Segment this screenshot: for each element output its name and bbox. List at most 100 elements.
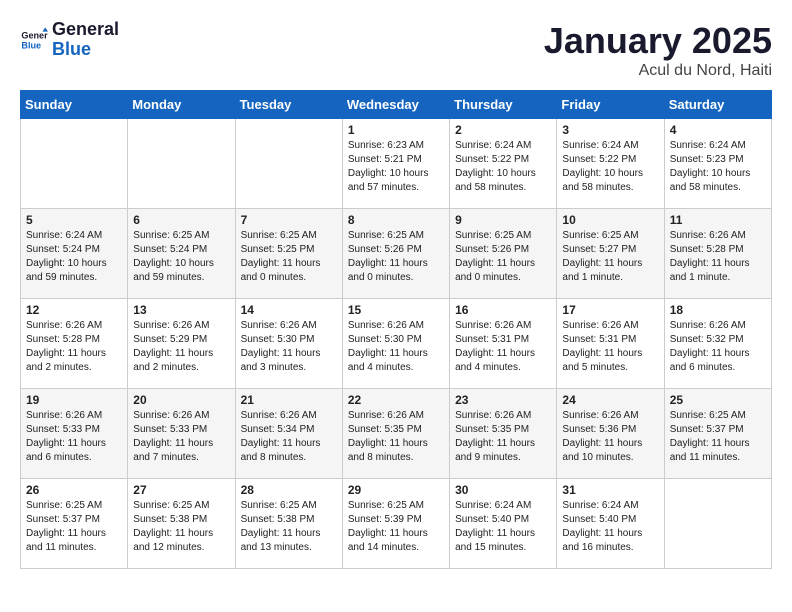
- day-number-4: 4: [670, 123, 766, 137]
- empty-cell-0-0: [21, 119, 128, 209]
- empty-cell-0-1: [128, 119, 235, 209]
- week-row-2: 5 Sunrise: 6:24 AM Sunset: 5:24 PM Daylig…: [21, 209, 772, 299]
- day-number-18: 18: [670, 303, 766, 317]
- day-content-28: Sunrise: 6:25 AM Sunset: 5:38 PM Dayligh…: [241, 499, 337, 555]
- calendar-title: January 2025: [544, 20, 772, 62]
- day-cell-23: 23 Sunrise: 6:26 AM Sunset: 5:35 PM Dayli…: [450, 389, 557, 479]
- day-cell-26: 26Sunrise: 6:25 AM Sunset: 5:37 PM Dayli…: [21, 479, 128, 569]
- day-number-22: 22: [348, 393, 444, 407]
- day-cell-15: 15 Sunrise: 6:26 AM Sunset: 5:30 PM Dayli…: [342, 299, 449, 389]
- day-number-14: 14: [241, 303, 337, 317]
- day-number-10: 10: [562, 213, 658, 227]
- weekday-header-row: SundayMondayTuesdayWednesdayThursdayFrid…: [21, 91, 772, 119]
- day-cell-8: 8 Sunrise: 6:25 AM Sunset: 5:26 PM Daylig…: [342, 209, 449, 299]
- day-number-5: 5: [26, 213, 122, 227]
- day-number-27: 27: [133, 483, 229, 497]
- logo-icon: General Blue: [20, 26, 48, 54]
- day-number-6: 6: [133, 213, 229, 227]
- svg-text:Blue: Blue: [21, 40, 41, 50]
- day-cell-6: 6 Sunrise: 6:25 AM Sunset: 5:24 PM Daylig…: [128, 209, 235, 299]
- day-number-20: 20: [133, 393, 229, 407]
- day-content-19: Sunrise: 6:26 AM Sunset: 5:33 PM Dayligh…: [26, 409, 122, 465]
- day-number-25: 25: [670, 393, 766, 407]
- day-cell-29: 29 Sunrise: 6:25 AM Sunset: 5:39 PM Dayli…: [342, 479, 449, 569]
- day-cell-5: 5 Sunrise: 6:24 AM Sunset: 5:24 PM Daylig…: [21, 209, 128, 299]
- day-number-7: 7: [241, 213, 337, 227]
- day-number-15: 15: [348, 303, 444, 317]
- day-content-14: Sunrise: 6:26 AM Sunset: 5:30 PM Dayligh…: [241, 319, 337, 375]
- day-content-18: Sunrise: 6:26 AM Sunset: 5:32 PM Dayligh…: [670, 319, 766, 375]
- day-content-8: Sunrise: 6:25 AM Sunset: 5:26 PM Dayligh…: [348, 229, 444, 285]
- day-number-28: 28: [241, 483, 337, 497]
- header-tuesday: Tuesday: [235, 91, 342, 119]
- day-number-21: 21: [241, 393, 337, 407]
- day-content-17: Sunrise: 6:26 AM Sunset: 5:31 PM Dayligh…: [562, 319, 658, 375]
- day-cell-7: 7 Sunrise: 6:25 AM Sunset: 5:25 PM Daylig…: [235, 209, 342, 299]
- day-cell-11: 11Sunrise: 6:26 AM Sunset: 5:28 PM Dayli…: [664, 209, 771, 299]
- day-number-23: 23: [455, 393, 551, 407]
- day-cell-16: 16 Sunrise: 6:26 AM Sunset: 5:31 PM Dayli…: [450, 299, 557, 389]
- day-cell-10: 10 Sunrise: 6:25 AM Sunset: 5:27 PM Dayli…: [557, 209, 664, 299]
- title-block: January 2025 Acul du Nord, Haiti: [544, 20, 772, 80]
- day-content-6: Sunrise: 6:25 AM Sunset: 5:24 PM Dayligh…: [133, 229, 229, 285]
- day-content-23: Sunrise: 6:26 AM Sunset: 5:35 PM Dayligh…: [455, 409, 551, 465]
- week-row-5: 26Sunrise: 6:25 AM Sunset: 5:37 PM Dayli…: [21, 479, 772, 569]
- week-row-1: 1Sunrise: 6:23 AM Sunset: 5:21 PM Daylig…: [21, 119, 772, 209]
- day-cell-12: 12 Sunrise: 6:26 AM Sunset: 5:28 PM Dayli…: [21, 299, 128, 389]
- header-sunday: Sunday: [21, 91, 128, 119]
- day-content-21: Sunrise: 6:26 AM Sunset: 5:34 PM Dayligh…: [241, 409, 337, 465]
- day-cell-21: 21 Sunrise: 6:26 AM Sunset: 5:34 PM Dayli…: [235, 389, 342, 479]
- day-cell-18: 18 Sunrise: 6:26 AM Sunset: 5:32 PM Dayli…: [664, 299, 771, 389]
- day-cell-24: 24Sunrise: 6:26 AM Sunset: 5:36 PM Dayli…: [557, 389, 664, 479]
- header-wednesday: Wednesday: [342, 91, 449, 119]
- day-number-26: 26: [26, 483, 122, 497]
- day-content-30: Sunrise: 6:24 AM Sunset: 5:40 PM Dayligh…: [455, 499, 551, 555]
- day-content-22: Sunrise: 6:26 AM Sunset: 5:35 PM Dayligh…: [348, 409, 444, 465]
- day-number-31: 31: [562, 483, 658, 497]
- day-cell-30: 30 Sunrise: 6:24 AM Sunset: 5:40 PM Dayli…: [450, 479, 557, 569]
- day-content-4: Sunrise: 6:24 AM Sunset: 5:23 PM Dayligh…: [670, 139, 766, 195]
- day-cell-1: 1Sunrise: 6:23 AM Sunset: 5:21 PM Daylig…: [342, 119, 449, 209]
- header-thursday: Thursday: [450, 91, 557, 119]
- day-number-2: 2: [455, 123, 551, 137]
- day-cell-19: 19Sunrise: 6:26 AM Sunset: 5:33 PM Dayli…: [21, 389, 128, 479]
- day-cell-2: 2 Sunrise: 6:24 AM Sunset: 5:22 PM Daylig…: [450, 119, 557, 209]
- day-cell-28: 28 Sunrise: 6:25 AM Sunset: 5:38 PM Dayli…: [235, 479, 342, 569]
- day-content-5: Sunrise: 6:24 AM Sunset: 5:24 PM Dayligh…: [26, 229, 122, 285]
- day-content-15: Sunrise: 6:26 AM Sunset: 5:30 PM Dayligh…: [348, 319, 444, 375]
- day-content-7: Sunrise: 6:25 AM Sunset: 5:25 PM Dayligh…: [241, 229, 337, 285]
- day-cell-27: 27Sunrise: 6:25 AM Sunset: 5:38 PM Dayli…: [128, 479, 235, 569]
- day-number-30: 30: [455, 483, 551, 497]
- calendar-table: SundayMondayTuesdayWednesdayThursdayFrid…: [20, 90, 772, 569]
- day-content-10: Sunrise: 6:25 AM Sunset: 5:27 PM Dayligh…: [562, 229, 658, 285]
- day-content-12: Sunrise: 6:26 AM Sunset: 5:28 PM Dayligh…: [26, 319, 122, 375]
- calendar-subtitle: Acul du Nord, Haiti: [544, 62, 772, 80]
- day-content-16: Sunrise: 6:26 AM Sunset: 5:31 PM Dayligh…: [455, 319, 551, 375]
- week-row-4: 19Sunrise: 6:26 AM Sunset: 5:33 PM Dayli…: [21, 389, 772, 479]
- day-content-3: Sunrise: 6:24 AM Sunset: 5:22 PM Dayligh…: [562, 139, 658, 195]
- week-row-3: 12 Sunrise: 6:26 AM Sunset: 5:28 PM Dayli…: [21, 299, 772, 389]
- day-content-24: Sunrise: 6:26 AM Sunset: 5:36 PM Dayligh…: [562, 409, 658, 465]
- day-cell-17: 17Sunrise: 6:26 AM Sunset: 5:31 PM Dayli…: [557, 299, 664, 389]
- logo-line1: General: [52, 20, 119, 40]
- day-content-13: Sunrise: 6:26 AM Sunset: 5:29 PM Dayligh…: [133, 319, 229, 375]
- day-content-31: Sunrise: 6:24 AM Sunset: 5:40 PM Dayligh…: [562, 499, 658, 555]
- day-number-3: 3: [562, 123, 658, 137]
- empty-cell-0-2: [235, 119, 342, 209]
- day-cell-25: 25 Sunrise: 6:25 AM Sunset: 5:37 PM Dayli…: [664, 389, 771, 479]
- day-content-11: Sunrise: 6:26 AM Sunset: 5:28 PM Dayligh…: [670, 229, 766, 285]
- day-content-29: Sunrise: 6:25 AM Sunset: 5:39 PM Dayligh…: [348, 499, 444, 555]
- logo-line2: Blue: [52, 40, 119, 60]
- header-friday: Friday: [557, 91, 664, 119]
- day-number-1: 1: [348, 123, 444, 137]
- day-number-29: 29: [348, 483, 444, 497]
- day-cell-9: 9Sunrise: 6:25 AM Sunset: 5:26 PM Daylig…: [450, 209, 557, 299]
- day-content-25: Sunrise: 6:25 AM Sunset: 5:37 PM Dayligh…: [670, 409, 766, 465]
- day-content-2: Sunrise: 6:24 AM Sunset: 5:22 PM Dayligh…: [455, 139, 551, 195]
- day-cell-20: 20Sunrise: 6:26 AM Sunset: 5:33 PM Dayli…: [128, 389, 235, 479]
- day-number-16: 16: [455, 303, 551, 317]
- day-number-12: 12: [26, 303, 122, 317]
- day-cell-13: 13Sunrise: 6:26 AM Sunset: 5:29 PM Dayli…: [128, 299, 235, 389]
- svg-text:General: General: [21, 30, 48, 40]
- day-number-8: 8: [348, 213, 444, 227]
